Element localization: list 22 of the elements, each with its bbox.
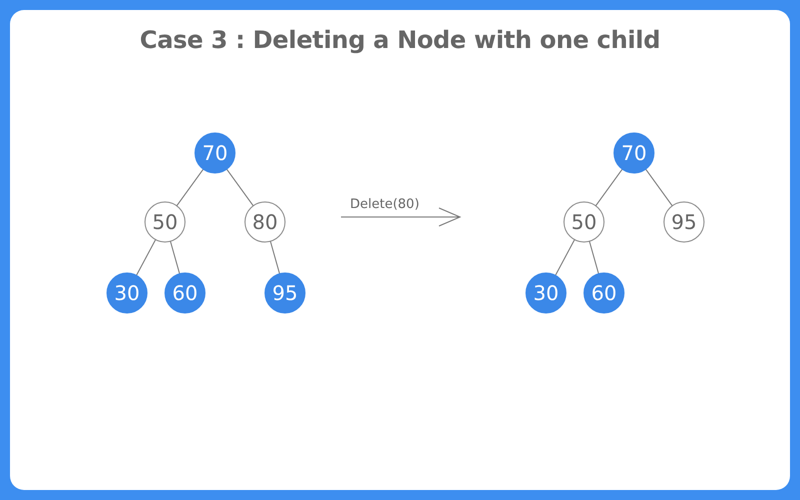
edge-line: [270, 240, 280, 274]
edge-line: [136, 239, 156, 276]
tree-node: 70: [614, 132, 654, 174]
edge-line: [645, 168, 673, 206]
tree-node: 80: [244, 202, 286, 242]
edge-line: [170, 240, 180, 274]
edge-line: [176, 168, 204, 206]
edge-line: [554, 239, 576, 276]
tree-node: 60: [584, 272, 624, 314]
edge-line: [588, 240, 600, 274]
edge-line: [226, 168, 254, 206]
diagram-title: Case 3 : Deleting a Node with one child: [140, 26, 660, 54]
arrow-label: Delete(80): [350, 197, 420, 212]
tree-node: 60: [164, 272, 206, 314]
tree-node: 30: [526, 272, 566, 314]
edge-line: [595, 168, 623, 206]
tree-node: 95: [264, 272, 306, 314]
tree-node: 50: [564, 202, 604, 242]
tree-node: 95: [664, 202, 704, 242]
tree-node: 50: [144, 202, 186, 242]
tree-node: 70: [194, 132, 236, 174]
tree-node: 30: [106, 272, 148, 314]
